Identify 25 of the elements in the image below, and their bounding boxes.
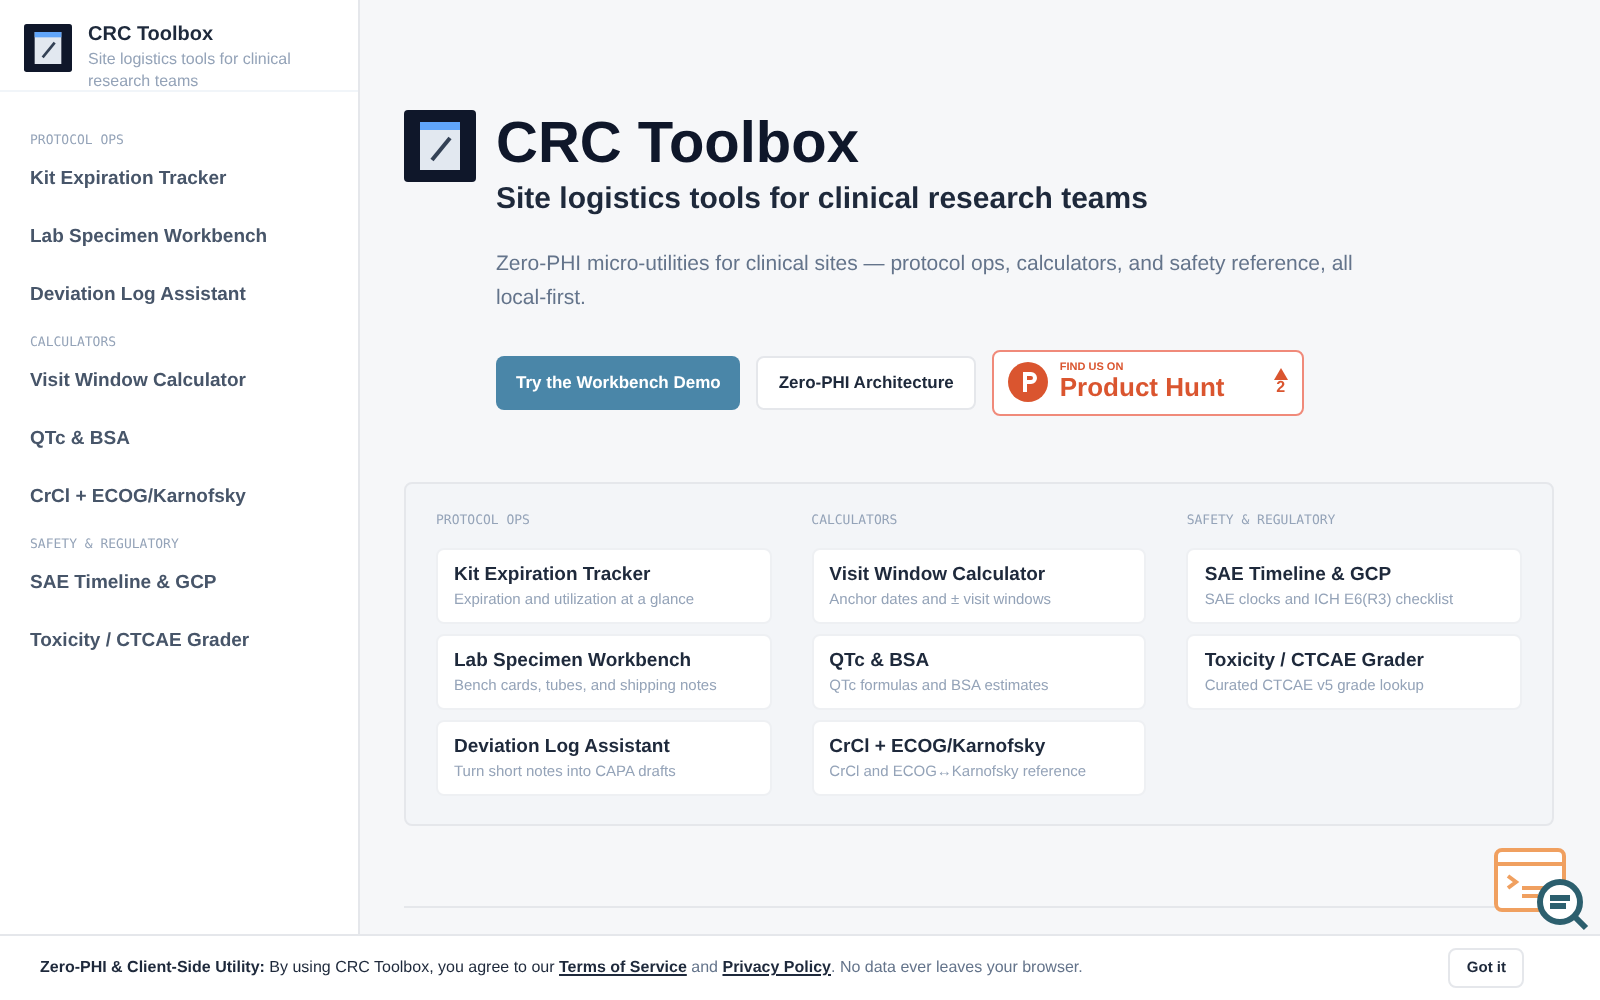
nav-link[interactable]: Kit Expiration Tracker — [30, 160, 328, 218]
privacy-link[interactable]: Privacy Policy — [722, 958, 831, 976]
intro-paragraph: Zero-PHI micro-utilities for clinical sites — protocol ops, calculators, and safety reference, all local-first. — [496, 249, 1355, 313]
page-title: CRC Toolbox — [496, 110, 861, 178]
nav-link[interactable]: Deviation Log Assistant — [30, 276, 328, 334]
consent-text: Zero-PHI & Client-Side Utility: By using CRC Toolbox, you agree to our Terms of Service and Privacy Policy. No data ever leaves your browser. — [40, 956, 1083, 980]
nav-link[interactable]: SAE Timeline & GCP — [30, 564, 328, 622]
app-title: CRC Toolbox — [88, 24, 216, 48]
terms-link[interactable]: Terms of Service — [559, 958, 687, 976]
hero-button[interactable]: Try the Workbench Demo — [496, 355, 741, 409]
nav-link[interactable]: Toxicity / CTCAE Grader — [30, 622, 328, 680]
nav-link[interactable]: Visit Window Calculator — [30, 362, 328, 420]
product-hunt-p-icon — [1007, 362, 1048, 402]
feedback-widget-icon — [1492, 846, 1592, 934]
nav-link[interactable]: Lab Specimen Workbench — [30, 218, 328, 276]
badge-name: Product Hunt — [1059, 374, 1225, 401]
hero-button[interactable]: Zero-PHI Architecture — [756, 355, 976, 409]
upvote-triangle-icon — [1273, 368, 1288, 380]
vote-count: 2 — [1276, 380, 1286, 396]
app-tagline: Site logistics tools for clinical research teams — [88, 48, 293, 92]
notepad-logo-icon — [24, 24, 72, 72]
nav-link[interactable]: QTc & BSA — [30, 420, 328, 478]
page-subtitle: Site logistics tools for clinical research teams — [496, 180, 1148, 220]
notepad-logo-icon — [404, 110, 476, 182]
nav-link[interactable]: CrCl + ECOG/Karnofsky — [30, 478, 328, 536]
